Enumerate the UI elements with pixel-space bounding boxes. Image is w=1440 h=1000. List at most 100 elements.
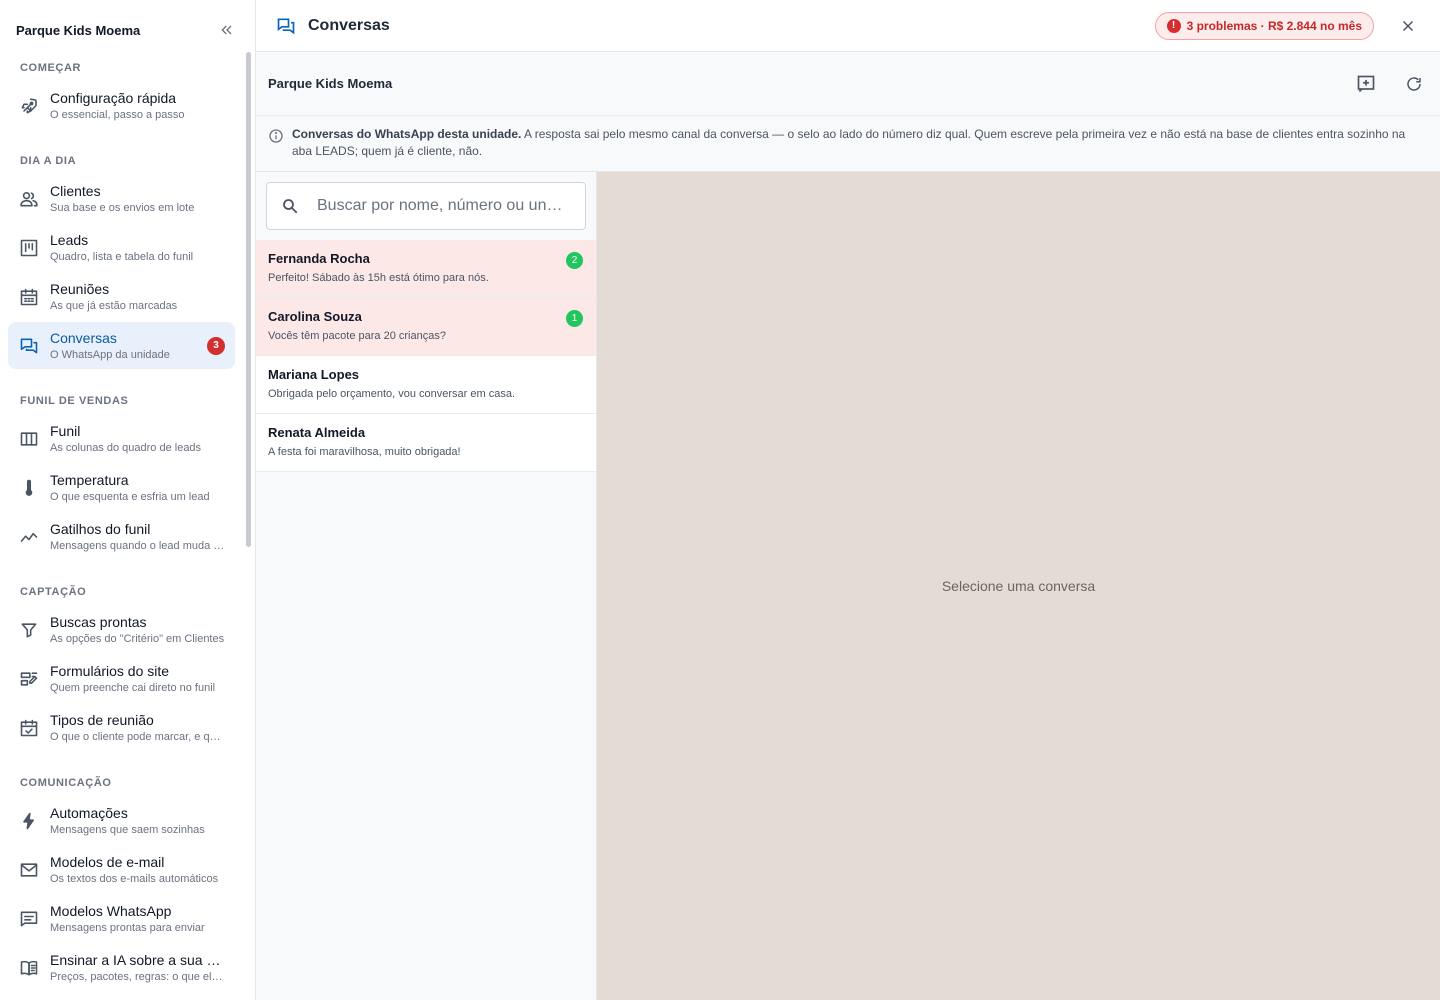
sidebar-item-text: Ensinar a IA sobre a sua empresa Preços, … — [50, 952, 225, 983]
sidebar-item-description: Sua base e os envios em lote — [50, 202, 195, 214]
sidebar-item-label: Conversas — [50, 330, 117, 346]
sidebar-item-text: Temperatura O que esquenta e esfria um le… — [50, 472, 225, 503]
unit-title: Parque Kids Moema — [268, 76, 393, 91]
event-check-icon — [20, 719, 38, 736]
last-message: A festa foi maravilhosa, muito obrigada! — [268, 446, 461, 458]
sidebar-item-text: Modelos de e-mail Os textos dos e-mails a… — [50, 854, 225, 885]
sidebar-item-trend[interactable]: Gatilhos do funil Mensagens quando o lead… — [8, 513, 235, 560]
sidebar-item-label: Clientes — [50, 183, 101, 199]
contact-name: Renata Almeida — [268, 425, 366, 440]
message-icon — [20, 911, 38, 926]
search-box — [266, 182, 586, 230]
refresh-button[interactable] — [1400, 70, 1428, 98]
sidebar-item-form[interactable]: Formulários do site Quem preenche cai dir… — [8, 655, 235, 702]
conversation-item[interactable]: Mariana Lopes Obrigada pelo orçamento, vo… — [256, 356, 596, 414]
sidebar-section-label: COMUNICAÇÃO — [20, 777, 112, 789]
double-chevron-left-icon — [221, 25, 232, 35]
collapse-sidebar-button[interactable] — [215, 18, 239, 42]
sidebar-section-label: DIA A DIA — [20, 155, 77, 167]
sidebar-item-event-check[interactable]: Tipos de reunião O que o cliente pode mar… — [8, 704, 235, 751]
close-icon — [1402, 20, 1414, 31]
conversation-item[interactable]: Fernanda Rocha Perfeito! Sábado às 15h es… — [256, 240, 596, 298]
sidebar-item-icon — [18, 908, 40, 930]
sidebar-item-icon — [18, 717, 40, 739]
sidebar-item-icon — [18, 237, 40, 259]
sidebar-item-text: Configuração rápida O essencial, passo a … — [50, 90, 225, 121]
info-icon — [269, 129, 283, 143]
sidebar-item-icon — [18, 335, 40, 357]
sidebar-section-label: FUNIL DE VENDAS — [20, 395, 129, 407]
thermometer-icon — [25, 479, 33, 496]
last-message: Obrigada pelo orçamento, vou conversar e… — [268, 388, 516, 400]
last-message: Perfeito! Sábado às 15h está ótimo para … — [268, 272, 489, 284]
sidebar-item-text: Clientes Sua base e os envios em lote — [50, 183, 225, 214]
sidebar-item-kanban[interactable]: Leads Quadro, lista e tabela do funil — [8, 224, 235, 271]
sidebar-item-columns[interactable]: Funil As colunas do quadro de leads — [8, 415, 235, 462]
conversation-item[interactable]: Carolina Souza Vocês têm pacote para 20 c… — [256, 298, 596, 356]
sidebar-item-text: Automações Mensagens que saem sozinhas — [50, 805, 225, 836]
info-text: Conversas do WhatsApp desta unidade. A r… — [292, 126, 1420, 171]
sidebar-item-calendar[interactable]: Reuniões As que já estão marcadas — [8, 273, 235, 320]
sidebar-item-label: Leads — [50, 232, 89, 248]
page-title: Conversas — [308, 16, 390, 34]
sidebar-item-people[interactable]: Clientes Sua base e os envios em lote — [8, 175, 235, 222]
sidebar-item-message[interactable]: Modelos WhatsApp Mensagens prontas para e… — [8, 895, 235, 942]
sidebar-item-label: Funil — [50, 423, 81, 439]
filter-icon — [21, 622, 37, 637]
sidebar-item-book[interactable]: Ensinar a IA sobre a sua empresa Preços, … — [8, 944, 235, 991]
sidebar-item-label: Buscas prontas — [50, 614, 147, 630]
sidebar-item-description: O que o cliente pode marcar, e quando — [50, 731, 225, 743]
sidebar-item-thermometer[interactable]: Temperatura O que esquenta e esfria um le… — [8, 464, 235, 511]
sidebar-section-label: CAPTAÇÃO — [20, 586, 87, 598]
sidebar-item-text: Modelos WhatsApp Mensagens prontas para e… — [50, 903, 225, 934]
last-message: Vocês têm pacote para 20 crianças? — [268, 330, 446, 342]
sidebar-item-text: Reuniões As que já estão marcadas — [50, 281, 225, 312]
info-banner: Conversas do WhatsApp desta unidade. A r… — [256, 116, 1440, 172]
search-input[interactable] — [317, 197, 571, 215]
sidebar-section-label: COMEÇAR — [20, 62, 82, 74]
sidebar-item-icon — [18, 188, 40, 210]
sidebar-item-label: Modelos WhatsApp — [50, 903, 172, 919]
sidebar-item-description: O que esquenta e esfria um lead — [50, 491, 210, 503]
conversation-item[interactable]: Renata Almeida A festa foi maravilhosa, m… — [256, 414, 596, 472]
search-icon — [283, 199, 298, 214]
sidebar-item-label: Formulários do site — [50, 663, 170, 679]
sidebar-item-label: Automações — [50, 805, 128, 821]
sidebar-item-chat[interactable]: Conversas O WhatsApp da unidade 3 — [8, 322, 235, 369]
sidebar-item-description: O essencial, passo a passo — [50, 109, 185, 121]
bolt-icon — [23, 812, 34, 829]
sidebar-item-filter[interactable]: Buscas prontas As opções do "Critério" em… — [8, 606, 235, 653]
alert-icon: ! — [1166, 18, 1181, 33]
add-chat-icon — [1357, 75, 1375, 92]
unit-name: Parque Kids Moema — [16, 22, 141, 38]
sidebar-item-description: Quem preenche cai direto no funil — [50, 682, 216, 694]
sidebar-item-icon — [18, 526, 40, 548]
book-icon — [20, 960, 38, 975]
close-button[interactable] — [1396, 14, 1420, 38]
contact-name: Fernanda Rocha — [268, 251, 370, 266]
sidebar-item-description: As opções do "Critério" em Clientes — [50, 633, 225, 645]
sidebar-item-icon — [18, 859, 40, 881]
unread-count-badge: 3 — [207, 336, 225, 355]
refresh-icon — [1407, 76, 1421, 91]
sidebar-item-text: Conversas O WhatsApp da unidade — [50, 330, 201, 361]
problems-label: 3 problemas · R$ 2.844 no mês — [1186, 18, 1362, 33]
top-bar: Conversas ! 3 problemas · R$ 2.844 no mê… — [256, 0, 1440, 52]
sidebar-item-icon — [18, 95, 40, 117]
sidebar-item-bolt[interactable]: Automações Mensagens que saem sozinhas — [8, 797, 235, 844]
conversation-items: Fernanda Rocha Perfeito! Sábado às 15h es… — [256, 240, 596, 472]
unread-badge: 2 — [566, 252, 583, 269]
contact-name: Mariana Lopes — [268, 367, 360, 382]
unread-badge: 1 — [566, 310, 583, 327]
sidebar-item-mail[interactable]: Modelos de e-mail Os textos dos e-mails a… — [8, 846, 235, 893]
problems-badge-button[interactable]: ! 3 problemas · R$ 2.844 no mês — [1154, 11, 1374, 40]
new-conversation-button[interactable] — [1352, 70, 1380, 98]
conversation-list: Fernanda Rocha Perfeito! Sábado às 15h es… — [256, 172, 597, 1000]
sidebar-item-icon — [18, 957, 40, 979]
sidebar-item-text: Tipos de reunião O que o cliente pode mar… — [50, 712, 225, 743]
sidebar-item-description: Mensagens que saem sozinhas — [50, 824, 205, 836]
sidebar-scrollbar[interactable] — [246, 52, 251, 547]
sidebar-item-rocket[interactable]: Configuração rápida O essencial, passo a … — [8, 82, 235, 129]
mail-icon — [20, 862, 38, 877]
sidebar-item-description: As que já estão marcadas — [50, 300, 178, 312]
